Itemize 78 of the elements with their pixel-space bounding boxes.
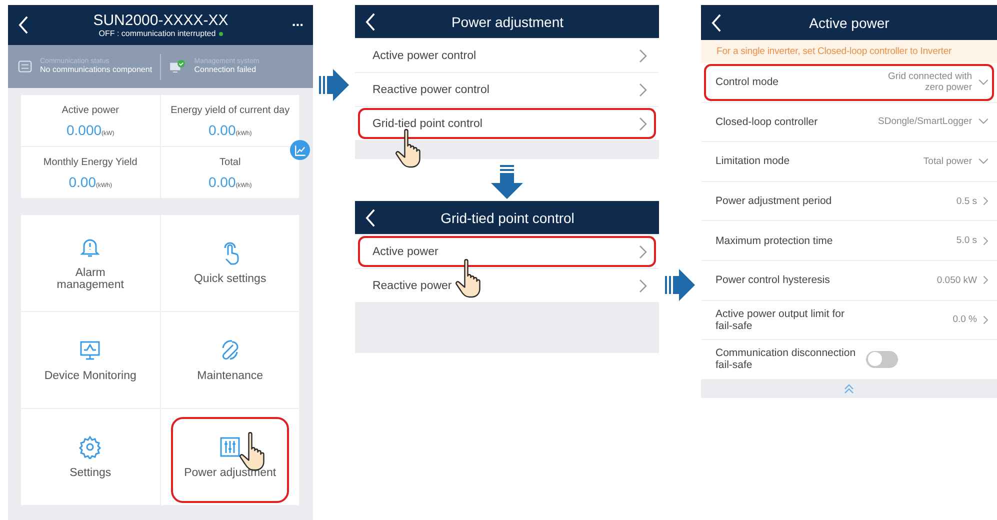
setting-label: Communication disconnection fail-safe: [715, 347, 857, 372]
setting-value: 0.050 kW: [936, 274, 977, 286]
setting-value: 0.5 s: [956, 196, 977, 207]
setting-value: 5.0 s: [956, 235, 977, 246]
setting-label: Maximum protection time: [715, 234, 834, 247]
setting-label: Power control hysteresis: [715, 274, 831, 286]
setting-label: Active power output limit for fail-safe: [715, 308, 846, 332]
setting-row[interactable]: Limitation mode Total power: [701, 142, 997, 182]
status-dot-icon: [218, 32, 223, 36]
setting-row[interactable]: Power control hysteresis 0.050 kW: [701, 260, 997, 301]
back-icon[interactable]: [365, 12, 376, 30]
row-label: Reactive power: [372, 280, 452, 292]
menu-row[interactable]: Grid-tied point control: [355, 106, 660, 140]
stat-label: Energy yield of current day: [170, 105, 290, 116]
setting-row[interactable]: Active power output limit for fail-safe 0.0 %: [701, 300, 997, 340]
app-header: Grid-tied point control: [355, 201, 660, 234]
menu-row[interactable]: Reactive power control: [355, 72, 660, 106]
chevron-down-icon: [978, 78, 989, 86]
setting-value: Total power: [923, 156, 972, 167]
setting-label: Limitation mode: [715, 155, 791, 168]
row-label: Active power: [372, 246, 438, 258]
chevron-down-icon: [978, 118, 989, 126]
chevron-right-icon: [639, 278, 648, 292]
menu-tile[interactable]: Alarm management: [21, 215, 161, 312]
computer-check-icon: [169, 60, 186, 73]
row-label: Reactive power control: [372, 84, 490, 96]
toggle-switch[interactable]: [866, 350, 898, 368]
trend-chart-button[interactable]: [290, 140, 310, 160]
status-value: Connection failed: [194, 65, 258, 75]
row-label: Active power control: [372, 50, 476, 62]
device-status: OFF : communication interrupted: [98, 29, 223, 38]
chevron-down-icon: [978, 158, 989, 165]
stat-label: Active power: [62, 105, 119, 116]
sliders-icon: [218, 435, 242, 459]
setting-value: 0.0 %: [952, 314, 977, 326]
setting-value: SDongle/SmartLogger: [878, 116, 972, 128]
menu-tile[interactable]: Quick settings: [160, 215, 300, 312]
chevron-right-icon: [639, 244, 648, 258]
chevron-right-icon: [983, 196, 989, 206]
menu-row[interactable]: Active power: [355, 234, 660, 268]
menu-row[interactable]: Active power control: [355, 38, 660, 72]
chevron-right-icon: [983, 236, 989, 246]
line-chart-icon: [294, 144, 307, 156]
setting-value: Grid connected with zero power: [887, 71, 972, 94]
menu-tile[interactable]: Settings: [21, 409, 161, 506]
down-arrow-icon: [490, 164, 524, 200]
back-icon[interactable]: [711, 14, 722, 32]
setting-row[interactable]: Closed-loop controller SDongle/SmartLogger: [701, 102, 997, 142]
chevron-right-icon: [639, 116, 648, 130]
device-title: SUN2000-XXXX-XX: [93, 12, 228, 29]
settings-icon: [78, 435, 102, 459]
app-header: Active power: [701, 5, 997, 40]
menu-tile[interactable]: Device Monitoring: [21, 312, 161, 409]
notice-banner: For a single inverter, set Closed-loop controller to Inverter: [701, 40, 997, 63]
double-chevron-up-icon: [844, 384, 854, 394]
chevron-right-icon: [983, 275, 989, 286]
setting-label: Closed-loop controller: [715, 116, 819, 128]
setting-row[interactable]: Control mode Grid connected with zero power: [701, 63, 997, 103]
stat-label: Total: [220, 157, 241, 168]
setting-row[interactable]: Maximum protection time 5.0 s: [701, 221, 997, 261]
setting-label: Control mode: [715, 76, 780, 88]
right-arrow-icon: [663, 268, 698, 302]
back-icon[interactable]: [365, 208, 376, 226]
menu-row[interactable]: Reactive power: [355, 268, 660, 302]
chevron-right-icon: [639, 82, 648, 96]
chevron-right-icon: [983, 314, 989, 325]
app-header: Power adjustment: [355, 5, 660, 38]
more-button[interactable]: ...: [292, 13, 304, 29]
menu-tile[interactable]: Maintenance: [160, 312, 300, 409]
setting-row[interactable]: Power adjustment period 0.5 s: [701, 182, 997, 222]
setting-label: Power adjustment period: [715, 195, 833, 208]
back-icon[interactable]: [18, 16, 29, 34]
right-arrow-icon: [317, 68, 352, 102]
stat-label: Monthly Energy Yield: [43, 157, 138, 168]
menu-tile[interactable]: Power adjustment: [160, 409, 300, 506]
chevron-right-icon: [639, 48, 648, 62]
status-value: No communications component: [40, 65, 152, 75]
row-label: Grid-tied point control: [372, 118, 482, 130]
